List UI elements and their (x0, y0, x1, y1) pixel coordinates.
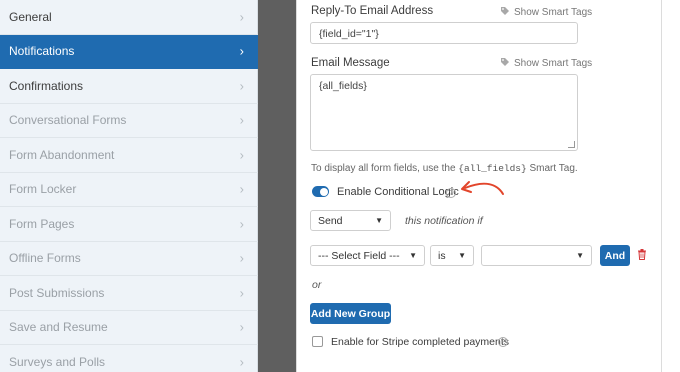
reply-to-input[interactable]: {field_id="1"} (310, 22, 578, 44)
sidebar-item-label: Offline Forms (9, 251, 81, 266)
chevron-right-icon: › (239, 112, 244, 128)
add-new-group-button[interactable]: Add New Group (310, 303, 391, 324)
action-suffix: this notification if (405, 215, 483, 227)
sidebar-item-label: Surveys and Polls (9, 354, 106, 369)
conditional-logic-toggle[interactable] (312, 186, 329, 197)
chevron-right-icon: › (239, 354, 244, 370)
chevron-right-icon: › (239, 285, 244, 301)
sidebar-item-label: Conversational Forms (9, 113, 127, 128)
toggle-knob (319, 187, 328, 196)
chevron-right-icon: › (239, 181, 244, 197)
operator-select-value: is (438, 249, 446, 262)
chevron-right-icon: › (239, 9, 244, 25)
reply-to-label: Reply-To Email Address (311, 5, 434, 17)
notification-block: Reply-To Email Address Show Smart Tags {… (297, 0, 662, 372)
conditional-logic-label: Enable Conditional Logic (337, 186, 459, 198)
sidebar-item-form-locker[interactable]: Form Locker › (0, 173, 258, 207)
smart-tags-label: Show Smart Tags (514, 7, 593, 18)
settings-sidebar: General › Notifications › Confirmations … (0, 0, 258, 372)
email-message-smart-tags-link[interactable]: Show Smart Tags (500, 57, 592, 70)
action-select-value: Send (318, 214, 343, 227)
field-select-value: --- Select Field --- (318, 249, 400, 262)
tag-icon (500, 6, 510, 19)
all-fields-hint: To display all form fields, use the {all… (311, 163, 578, 174)
hint-suffix: Smart Tag. (529, 163, 578, 174)
chevron-down-icon: ▼ (576, 251, 584, 260)
help-circle-icon[interactable]: ? (498, 337, 508, 347)
sidebar-item-conversational-forms[interactable]: Conversational Forms › (0, 104, 258, 138)
sidebar-item-form-abandonment[interactable]: Form Abandonment › (0, 138, 258, 173)
chevron-right-icon: › (239, 319, 244, 335)
sidebar-item-label: Confirmations (9, 78, 84, 93)
sidebar-item-offline-forms[interactable]: Offline Forms › (0, 242, 258, 276)
sidebar-item-label: Post Submissions (9, 285, 105, 300)
panel-gutter (258, 0, 296, 372)
sidebar-item-save-and-resume[interactable]: Save and Resume › (0, 311, 258, 345)
stripe-payments-checkbox[interactable] (312, 336, 323, 347)
chevron-down-icon: ▼ (458, 251, 466, 260)
sidebar-item-general[interactable]: General › (0, 0, 258, 35)
sidebar-item-label: Form Pages (9, 216, 75, 231)
or-label: or (312, 279, 322, 291)
trash-icon[interactable] (637, 249, 647, 260)
sidebar-item-label: Form Locker (9, 182, 77, 197)
chevron-right-icon: › (239, 78, 244, 94)
smart-tags-label: Show Smart Tags (514, 58, 593, 69)
stripe-payments-label: Enable for Stripe completed payments (331, 336, 510, 348)
chevron-down-icon: ▼ (409, 251, 417, 260)
field-select[interactable]: --- Select Field --- ▼ (310, 245, 425, 266)
reply-to-smart-tags-link[interactable]: Show Smart Tags (500, 6, 592, 19)
notification-panel: Reply-To Email Address Show Smart Tags {… (296, 0, 680, 372)
chevron-right-icon: › (239, 250, 244, 266)
chevron-right-icon: › (239, 43, 244, 59)
sidebar-item-post-submissions[interactable]: Post Submissions › (0, 276, 258, 311)
sidebar-item-form-pages[interactable]: Form Pages › (0, 207, 258, 242)
reply-to-value: {field_id="1"} (319, 28, 379, 40)
action-select[interactable]: Send ▼ (310, 210, 391, 231)
email-message-label: Email Message (311, 57, 390, 69)
sidebar-item-surveys-and-polls[interactable]: Surveys and Polls › (0, 345, 258, 372)
email-message-value: {all_fields} (319, 80, 367, 92)
sidebar-item-notifications[interactable]: Notifications › (0, 34, 258, 69)
operator-select[interactable]: is ▼ (430, 245, 474, 266)
resize-handle-icon[interactable] (568, 141, 575, 148)
email-message-textarea[interactable]: {all_fields} (310, 74, 578, 151)
annotation-arrow (461, 181, 504, 195)
sidebar-item-label: Form Abandonment (9, 147, 115, 162)
hint-code: {all_fields} (458, 163, 527, 174)
chevron-down-icon: ▼ (375, 216, 383, 225)
tag-icon (500, 57, 510, 70)
value-select[interactable]: ▼ (481, 245, 592, 266)
sidebar-item-label: Notifications (9, 44, 75, 59)
hint-prefix: To display all form fields, use the (311, 163, 456, 174)
chevron-right-icon: › (239, 216, 244, 232)
sidebar-item-confirmations[interactable]: Confirmations › (0, 69, 258, 104)
help-circle-icon[interactable]: ? (446, 188, 456, 198)
and-button[interactable]: And (600, 245, 630, 266)
chevron-right-icon: › (239, 147, 244, 163)
sidebar-item-label: General (9, 9, 52, 24)
sidebar-item-label: Save and Resume (9, 320, 108, 335)
